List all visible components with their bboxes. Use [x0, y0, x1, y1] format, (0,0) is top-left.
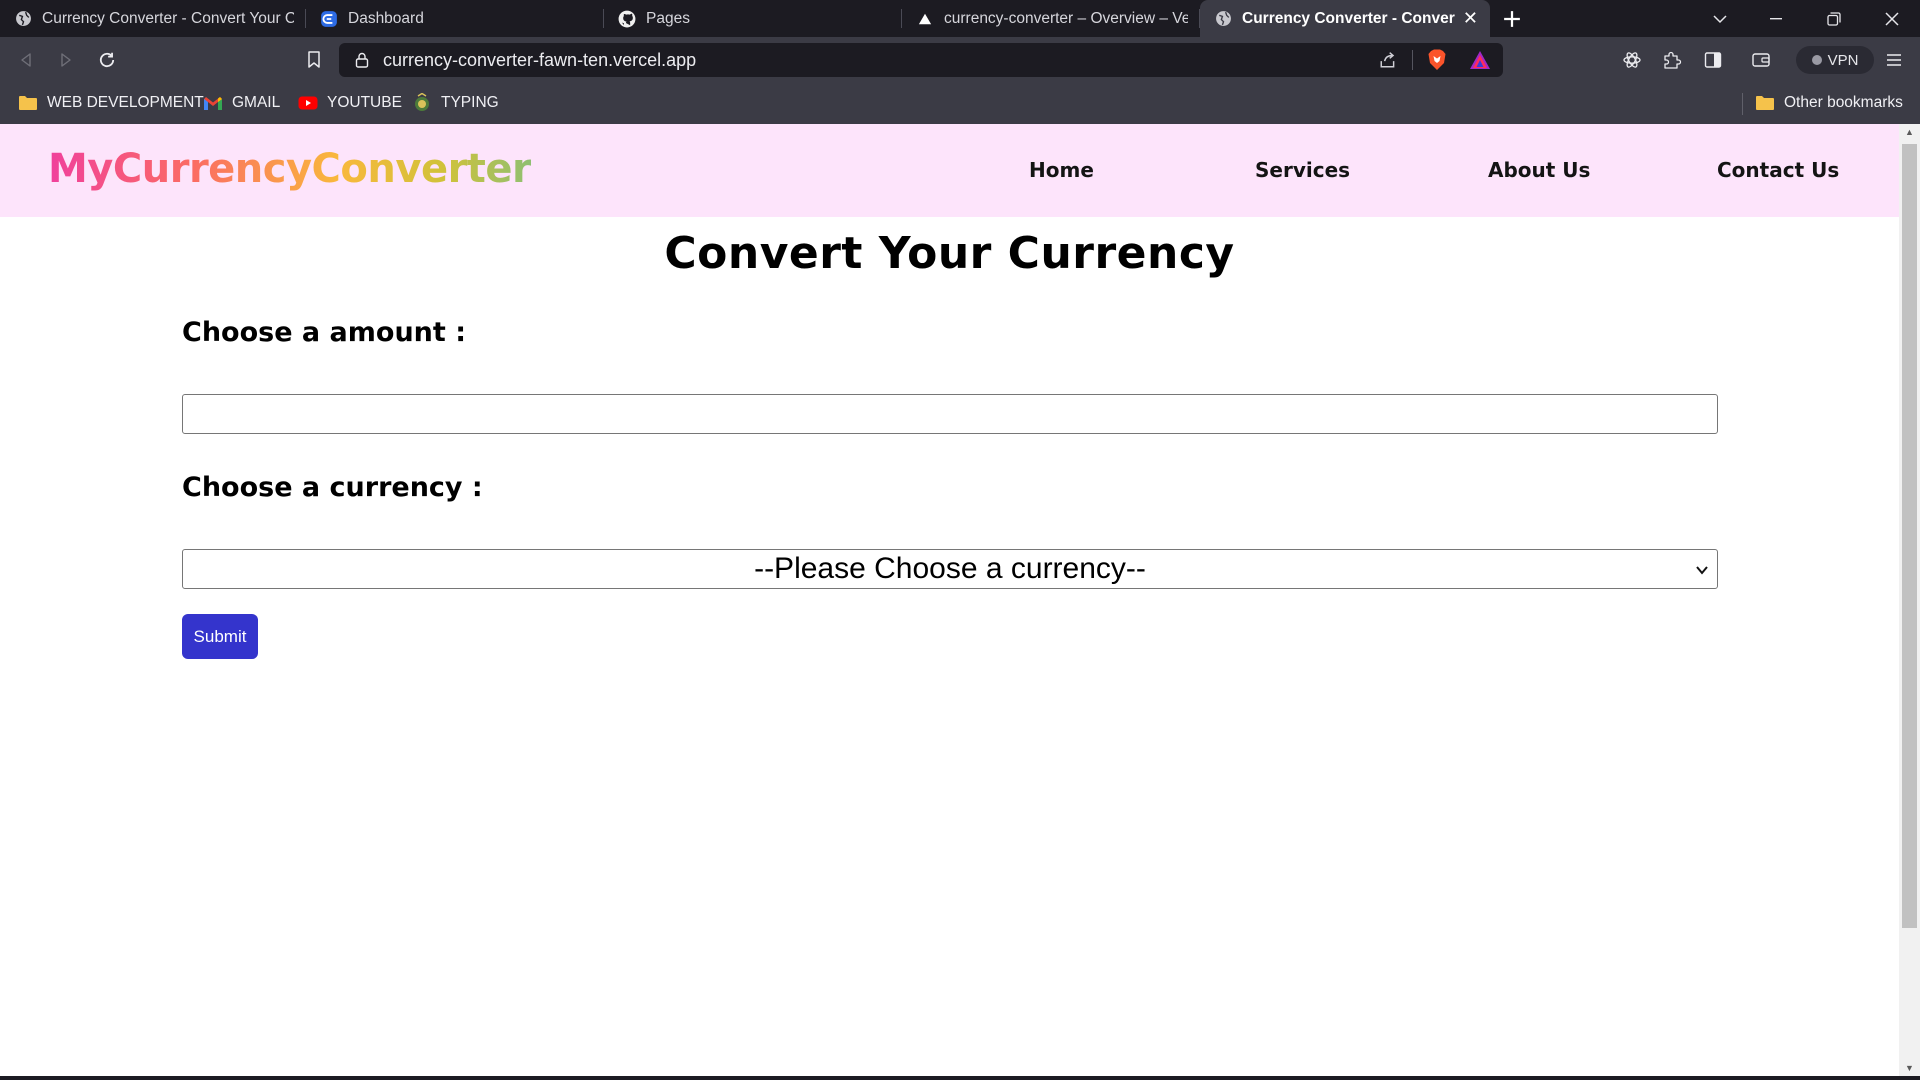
restore-icon	[1827, 11, 1841, 26]
bookmark-icon	[308, 51, 320, 68]
site-navbar: MyCurrencyConverter Home Services About …	[0, 124, 1899, 217]
currency-label: Choose a currency :	[182, 472, 483, 503]
back-arrow-icon	[21, 53, 31, 67]
wallet-button[interactable]	[1747, 46, 1775, 74]
bookmark-label: GMAIL	[232, 94, 281, 111]
atom-icon	[1623, 52, 1641, 68]
nav-home[interactable]: Home	[1029, 158, 1094, 182]
github-icon	[618, 10, 636, 28]
site-logo[interactable]: MyCurrencyConverter	[48, 146, 532, 192]
bookmarks-bar: WEB DEVELOPMENT GMAIL YOUTUBE TYPING Oth…	[0, 83, 1920, 124]
amount-input[interactable]	[182, 394, 1718, 434]
tab-bar: Currency Converter - Convert Your Curren…	[0, 0, 1920, 37]
minimize-button[interactable]	[1748, 0, 1804, 37]
url-text[interactable]: currency-converter-fawn-ten.vercel.app	[383, 50, 696, 71]
chevron-down-icon	[1696, 566, 1708, 575]
forward-arrow-icon	[61, 53, 71, 67]
folder-icon	[18, 94, 38, 112]
tab-vercel-overview[interactable]: currency-converter – Overview – Vercel	[902, 0, 1200, 37]
globe-icon	[1214, 10, 1232, 28]
chevron-down-icon	[1713, 14, 1727, 23]
globe-icon	[14, 10, 32, 28]
other-bookmarks[interactable]: Other bookmarks	[1755, 91, 1903, 115]
typing-icon	[412, 93, 432, 112]
new-tab-button[interactable]	[1490, 0, 1534, 37]
tab-title: currency-converter – Overview – Vercel	[944, 9, 1188, 27]
currency-select-value: --Please Choose a currency--	[754, 552, 1146, 585]
vpn-button[interactable]: VPN	[1796, 46, 1874, 74]
menu-button[interactable]	[1880, 46, 1908, 74]
vpn-label: VPN	[1827, 51, 1859, 69]
hamburger-menu-icon	[1887, 54, 1901, 66]
tab-currency-converter-active[interactable]: Currency Converter - Convert Your Curren…	[1200, 0, 1490, 37]
bookmark-gmail[interactable]: GMAIL	[203, 91, 280, 115]
restore-button[interactable]	[1806, 0, 1862, 37]
tab-title: Currency Converter - Convert Your Curren…	[1242, 9, 1455, 27]
page-scrollbar[interactable]: ▲ ▼	[1899, 124, 1920, 1076]
tab-dashboard[interactable]: Dashboard	[306, 0, 604, 37]
close-icon	[1885, 11, 1899, 26]
page-title: Convert Your Currency	[664, 228, 1235, 279]
currency-select[interactable]: --Please Choose a currency--	[182, 549, 1718, 589]
reload-button[interactable]	[93, 46, 121, 74]
bookmark-label: WEB DEVELOPMENT	[47, 94, 204, 111]
window-bottom-edge	[0, 1076, 1920, 1080]
sidebar-icon	[1704, 52, 1722, 68]
tab-title: Pages	[646, 9, 690, 27]
scroll-down-arrow-icon[interactable]: ▼	[1899, 1060, 1920, 1076]
forward-button[interactable]	[52, 46, 80, 74]
address-bar[interactable]: currency-converter-fawn-ten.vercel.app	[339, 43, 1503, 77]
wallet-icon	[1752, 53, 1770, 67]
vpn-status-dot	[1811, 55, 1822, 65]
lock-icon	[355, 52, 369, 68]
sidebar-button[interactable]	[1699, 46, 1727, 74]
back-button[interactable]	[12, 46, 40, 74]
reload-icon	[99, 52, 115, 68]
brave-shields-icon[interactable]	[1427, 49, 1447, 71]
bookmark-label: TYPING	[441, 94, 499, 111]
page-viewport: MyCurrencyConverter Home Services About …	[0, 124, 1899, 1076]
gmail-icon	[203, 94, 223, 112]
share-icon[interactable]	[1379, 51, 1397, 69]
scrollbar-thumb[interactable]	[1902, 144, 1917, 928]
nav-services[interactable]: Services	[1255, 158, 1350, 182]
brave-rewards-icon[interactable]	[1469, 50, 1491, 70]
browser-toolbar: currency-converter-fawn-ten.vercel.app V…	[0, 37, 1920, 83]
tab-title: Dashboard	[348, 9, 424, 27]
scroll-up-arrow-icon[interactable]: ▲	[1899, 124, 1920, 140]
other-bookmarks-label: Other bookmarks	[1784, 94, 1903, 111]
tab-list-button[interactable]	[1692, 0, 1748, 37]
address-divider	[1412, 50, 1413, 70]
leo-ai-button[interactable]	[1618, 46, 1646, 74]
bookmark-button[interactable]	[300, 46, 328, 74]
minimize-icon	[1770, 17, 1782, 19]
nav-about-us[interactable]: About Us	[1488, 158, 1590, 182]
extensions-button[interactable]	[1658, 46, 1686, 74]
folder-icon	[1755, 94, 1775, 112]
submit-button[interactable]: Submit	[182, 614, 258, 659]
close-window-button[interactable]	[1864, 0, 1920, 37]
youtube-icon	[298, 94, 318, 112]
vercel-icon	[916, 10, 934, 28]
bookmark-typing[interactable]: TYPING	[412, 91, 499, 115]
tab-currency-converter-1[interactable]: Currency Converter - Convert Your Curren…	[0, 0, 306, 37]
amount-label: Choose a amount :	[182, 317, 466, 348]
bookmarks-divider	[1742, 93, 1743, 115]
nav-contact-us[interactable]: Contact Us	[1717, 158, 1839, 182]
app-logo-icon	[320, 10, 338, 28]
plus-icon	[1504, 10, 1520, 27]
tab-title: Currency Converter - Convert Your Curren…	[42, 9, 294, 27]
bookmark-label: YOUTUBE	[327, 94, 402, 111]
puzzle-icon	[1664, 51, 1682, 69]
tab-pages[interactable]: Pages	[604, 0, 902, 37]
bookmark-youtube[interactable]: YOUTUBE	[298, 91, 402, 115]
close-tab-icon[interactable]: ✕	[1463, 8, 1478, 29]
bookmark-web-development[interactable]: WEB DEVELOPMENT	[18, 91, 204, 115]
